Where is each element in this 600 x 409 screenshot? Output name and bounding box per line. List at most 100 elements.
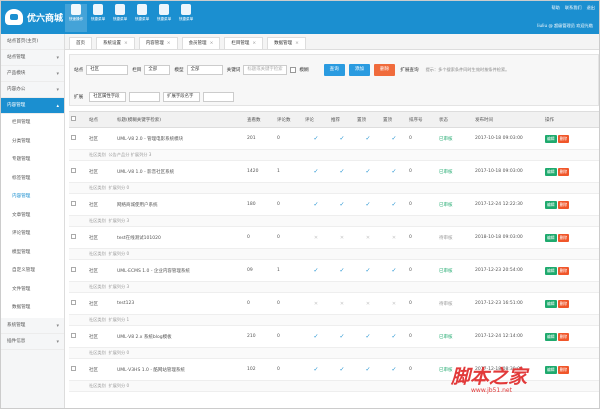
cell-flag[interactable]: ✓ [329, 358, 355, 381]
sidebar-item-home[interactable]: 站点首页(主页) [1, 34, 64, 50]
cell-flag[interactable]: ✓ [329, 193, 355, 216]
cell-flag[interactable]: ✓ [303, 193, 329, 216]
row-checkbox[interactable] [69, 193, 87, 216]
select-all-checkbox[interactable] [69, 111, 87, 128]
contact-link[interactable]: 联系我们 [565, 5, 582, 11]
cell-title[interactable]: UML·V3HS 1.0 - 酷网站管理系统 [115, 358, 245, 381]
topnav-item[interactable]: 快捷菜单 [175, 4, 197, 32]
topnav-item[interactable]: 快捷菜单 [87, 4, 109, 32]
extension-value-2[interactable] [203, 92, 234, 102]
cell-flag[interactable]: ✕ [303, 226, 329, 249]
cell-flag[interactable]: ✓ [355, 358, 381, 381]
cell-flag[interactable]: ✕ [381, 292, 407, 315]
cell-flag[interactable]: ✕ [329, 292, 355, 315]
search-button[interactable]: 查询 [323, 64, 345, 76]
delete-row-button[interactable]: 删除 [557, 134, 570, 143]
sidebar-subitem-selected[interactable]: 内容管理 [1, 188, 64, 207]
extension-field-1[interactable]: 社区属性字段 [89, 92, 127, 102]
sidebar-subitem[interactable]: 标签管理 [1, 169, 64, 188]
cell-flag[interactable]: ✓ [381, 358, 407, 381]
extension-field-2[interactable]: 扩展字段名字 [163, 92, 201, 102]
cell-flag[interactable]: ✓ [329, 127, 355, 150]
close-icon[interactable]: × [295, 41, 299, 46]
cell-flag[interactable]: ✓ [355, 193, 381, 216]
edit-button[interactable]: 编辑 [545, 332, 557, 341]
sidebar-item-product[interactable]: 产品模块 ▾ [1, 66, 64, 82]
row-checkbox[interactable] [69, 259, 87, 282]
close-icon[interactable]: × [124, 41, 128, 46]
cell-title[interactable]: UML·V8 2.x 系统blog模板 [115, 325, 245, 348]
site-select[interactable]: 社区 [86, 65, 129, 75]
cell-flag[interactable]: ✓ [329, 259, 355, 282]
model-select[interactable]: 全部 [186, 65, 223, 75]
sidebar-item-content[interactable]: 内容管理 ▴ [1, 98, 64, 114]
topnav-item[interactable]: 快捷菜单 [153, 4, 175, 32]
sidebar-subitem[interactable]: 专题管理 [1, 151, 64, 170]
cell-title[interactable]: test123 [115, 292, 245, 315]
close-icon[interactable]: × [167, 41, 171, 46]
tab-content[interactable]: 内容管理 × [138, 37, 178, 49]
cell-flag[interactable]: ✓ [381, 259, 407, 282]
row-checkbox[interactable] [69, 127, 87, 150]
cell-flag[interactable]: ✓ [329, 160, 355, 183]
cell-title[interactable]: UML·V8 1.0 - 影音社区系统 [115, 160, 245, 183]
help-link[interactable]: 帮助 [551, 5, 559, 11]
cell-title[interactable]: UML·ECMS 1.0 - 企业内容管理系统 [115, 259, 245, 282]
add-button[interactable]: 添加 [348, 64, 371, 76]
row-checkbox[interactable] [69, 226, 87, 249]
delete-row-button[interactable]: 删除 [557, 200, 570, 209]
sidebar-subitem[interactable]: 数据管理 [1, 299, 64, 318]
delete-row-button[interactable]: 删除 [557, 266, 570, 275]
cell-flag[interactable]: ✕ [355, 226, 381, 249]
extension-value-1[interactable] [129, 92, 161, 102]
cell-flag[interactable]: ✓ [303, 160, 329, 183]
row-checkbox[interactable] [69, 292, 87, 315]
cell-flag[interactable]: ✓ [381, 193, 407, 216]
sidebar-subitem[interactable]: 模型管理 [1, 243, 64, 262]
category-select[interactable]: 全部 [144, 65, 171, 75]
cell-flag[interactable]: ✓ [381, 127, 407, 150]
topnav-item[interactable]: 快捷菜单 [131, 4, 153, 32]
edit-button[interactable]: 编辑 [545, 134, 557, 143]
delete-row-button[interactable]: 删除 [557, 233, 570, 242]
cell-flag[interactable]: ✓ [303, 325, 329, 348]
cell-title[interactable]: test在线测试101020 [115, 226, 245, 249]
row-checkbox[interactable] [69, 160, 87, 183]
cell-flag[interactable]: ✓ [303, 127, 329, 150]
edit-button[interactable]: 编辑 [545, 266, 557, 275]
cell-flag[interactable]: ✓ [355, 325, 381, 348]
cell-title[interactable]: UML·V8 2.0 - 管理电影系统模块 [115, 127, 245, 150]
close-icon[interactable]: × [210, 41, 214, 46]
sidebar-subitem[interactable]: 分类管理 [1, 132, 64, 151]
topnav-item[interactable]: 快捷菜单 [109, 4, 131, 32]
edit-button[interactable]: 编辑 [545, 233, 557, 242]
close-icon[interactable]: × [252, 41, 256, 46]
cell-flag[interactable]: ✕ [381, 226, 407, 249]
logout-link[interactable]: 退出 [587, 5, 595, 11]
delete-button[interactable]: 删除 [374, 64, 396, 76]
tab-columns[interactable]: 栏目管理 × [224, 37, 264, 49]
delete-row-button[interactable]: 删除 [557, 332, 570, 341]
cell-flag[interactable]: ✓ [329, 325, 355, 348]
edit-button[interactable]: 编辑 [545, 200, 557, 209]
cell-flag[interactable]: ✓ [303, 259, 329, 282]
cell-flag[interactable]: ✓ [355, 127, 381, 150]
sidebar-subitem[interactable]: 文章管理 [1, 206, 64, 225]
sidebar-subitem[interactable]: 文件管理 [1, 280, 64, 299]
cell-flag[interactable]: ✓ [381, 325, 407, 348]
sidebar-item-plugins[interactable]: 插件信息 ▾ [1, 334, 64, 350]
sidebar-subitem[interactable]: 栏目管理 [1, 114, 64, 133]
sidebar-item-site[interactable]: 站点管理 ▾ [1, 50, 64, 66]
edit-button[interactable]: 编辑 [545, 167, 557, 176]
delete-row-button[interactable]: 删除 [557, 167, 570, 176]
edit-button[interactable]: 编辑 [545, 299, 557, 308]
tab-data[interactable]: 数据管理 × [267, 37, 306, 49]
sidebar-subitem[interactable]: 评论管理 [1, 225, 64, 244]
topnav-item[interactable]: 快速操作 [65, 4, 87, 32]
row-checkbox[interactable] [69, 358, 87, 381]
cell-flag[interactable]: ✓ [303, 358, 329, 381]
cell-flag[interactable]: ✕ [329, 226, 355, 249]
fuzzy-checkbox[interactable] [290, 67, 297, 73]
delete-row-button[interactable]: 删除 [557, 299, 570, 308]
tab-settings[interactable]: 系统设置 × [96, 37, 135, 49]
